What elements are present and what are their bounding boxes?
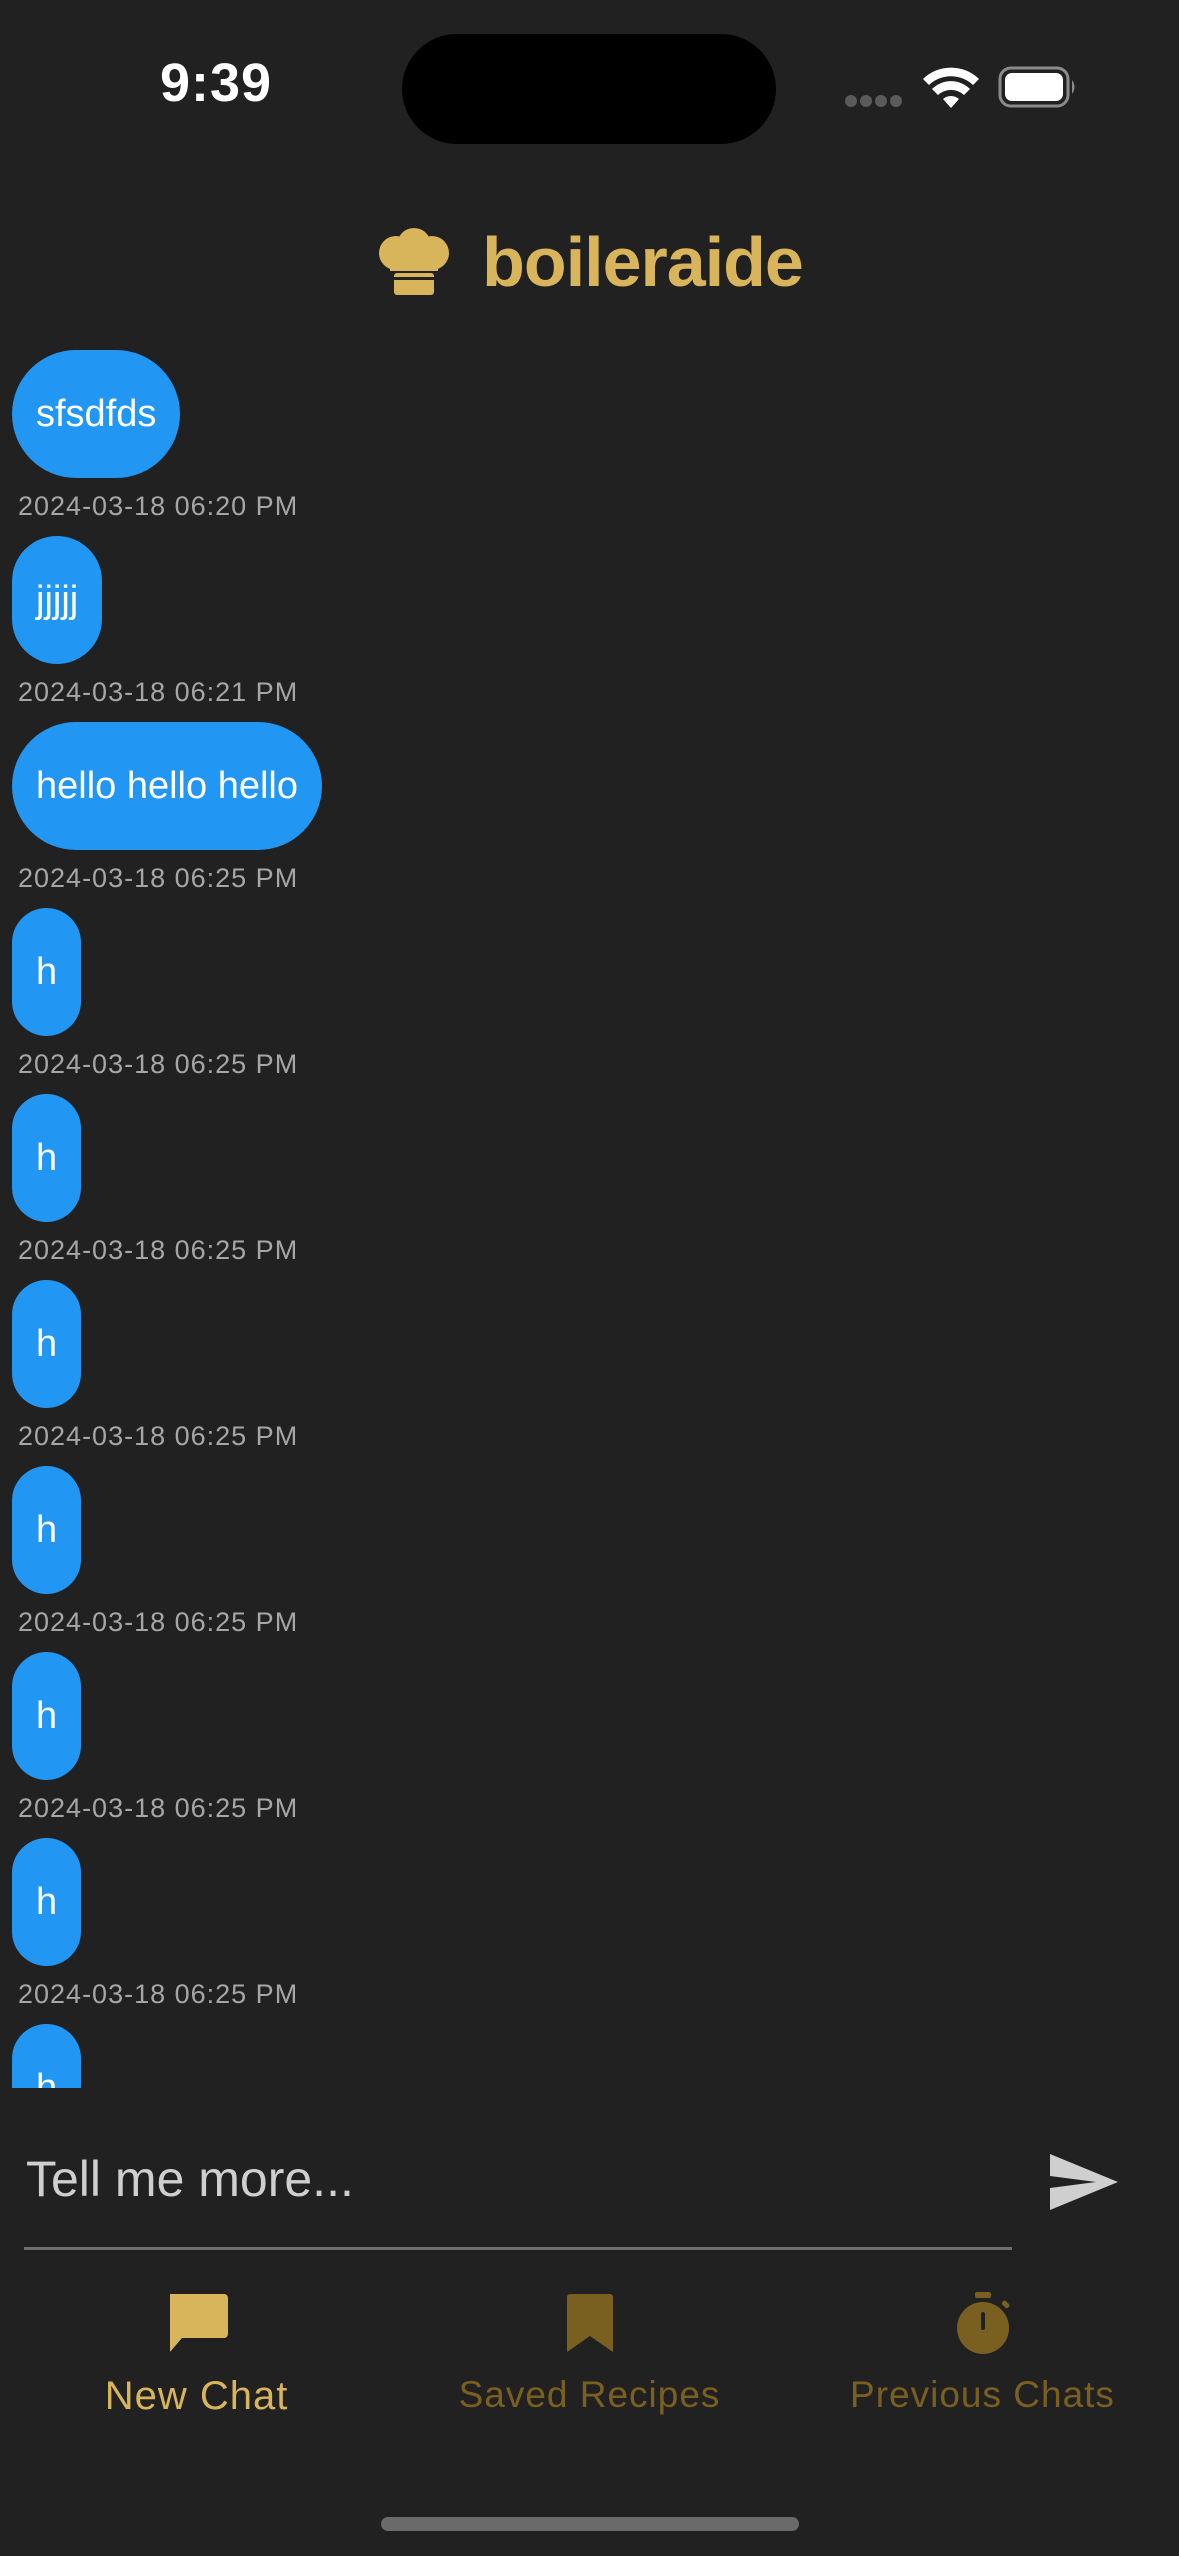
message-bubble[interactable]: jjjjj [12,536,103,664]
battery-icon [998,66,1075,108]
message-timestamp: 2024-03-18 06:25 PM [18,1421,299,1451]
message-bubble[interactable]: sfsdfds [12,350,181,478]
message-timestamp: 2024-03-18 06:25 PM [18,1607,299,1637]
message-bubble[interactable]: h [12,1094,82,1222]
message-bubble[interactable]: h [12,1652,82,1780]
cellular-signal-icon [845,94,905,107]
message-timestamp: 2024-03-18 06:25 PM [18,1049,299,1079]
message-item: h 2024-03-18 06:25 PM [12,1466,1179,1652]
message-timestamp: 2024-03-18 06:20 PM [18,491,299,521]
tab-label: New Chat [104,2374,289,2418]
message-bubble[interactable]: h [12,2024,82,2088]
bookmark-icon [566,2294,613,2352]
message-item: h 2024-03-18 06:25 PM [12,1280,1179,1466]
message-bubble[interactable]: h [12,1280,82,1408]
tab-saved-recipes[interactable]: Saved Recipes [393,2290,786,2416]
status-time: 9:39 [160,53,273,113]
app-header: boileraide [0,222,1179,302]
status-bar: 9:39 [0,0,1179,175]
message-timestamp: 2024-03-18 06:21 PM [18,677,299,707]
message-item: jjjjj 2024-03-18 06:21 PM [12,536,1179,722]
bottom-tab-bar: New Chat Saved Recipes Previous Chats [0,2290,1179,2470]
message-bubble[interactable]: h [12,1838,82,1966]
chef-hat-icon [379,228,450,295]
message-item: h 2024-03-18 06:25 PM [12,1652,1179,1838]
tab-new-chat[interactable]: New Chat [0,2290,393,2419]
message-bubble[interactable]: h [12,908,82,1036]
message-timestamp: 2024-03-18 06:25 PM [18,1235,299,1265]
message-item: h [12,2024,1179,2088]
wifi-icon [923,67,979,108]
message-input[interactable] [24,2110,1012,2250]
message-item: hello hello hello 2024-03-18 06:25 PM [12,722,1179,908]
send-icon[interactable] [1048,2152,1120,2212]
tab-previous-chats[interactable]: Previous Chats [786,2290,1179,2416]
message-item: sfsdfds 2024-03-18 06:20 PM [12,350,1179,536]
tab-label: Saved Recipes [458,2374,721,2415]
tab-label: Previous Chats [850,2374,1115,2415]
message-composer [0,2110,1179,2260]
home-indicator[interactable] [381,2517,799,2531]
message-bubble[interactable]: hello hello hello [12,722,322,850]
message-timestamp: 2024-03-18 06:25 PM [18,1793,299,1823]
message-timestamp: 2024-03-18 06:25 PM [18,1979,299,2009]
message-item: h 2024-03-18 06:25 PM [12,908,1179,1094]
message-timestamp: 2024-03-18 06:25 PM [18,863,299,893]
chat-bubble-icon [169,2294,228,2352]
dynamic-island [402,34,776,144]
stopwatch-icon [956,2292,1009,2354]
message-item: h 2024-03-18 06:25 PM [12,1094,1179,1280]
message-list[interactable]: sfsdfds 2024-03-18 06:20 PM jjjjj 2024-0… [0,350,1179,2088]
app-title: boileraide [482,223,804,301]
message-item: h 2024-03-18 06:25 PM [12,1838,1179,2024]
message-bubble[interactable]: h [12,1466,82,1594]
